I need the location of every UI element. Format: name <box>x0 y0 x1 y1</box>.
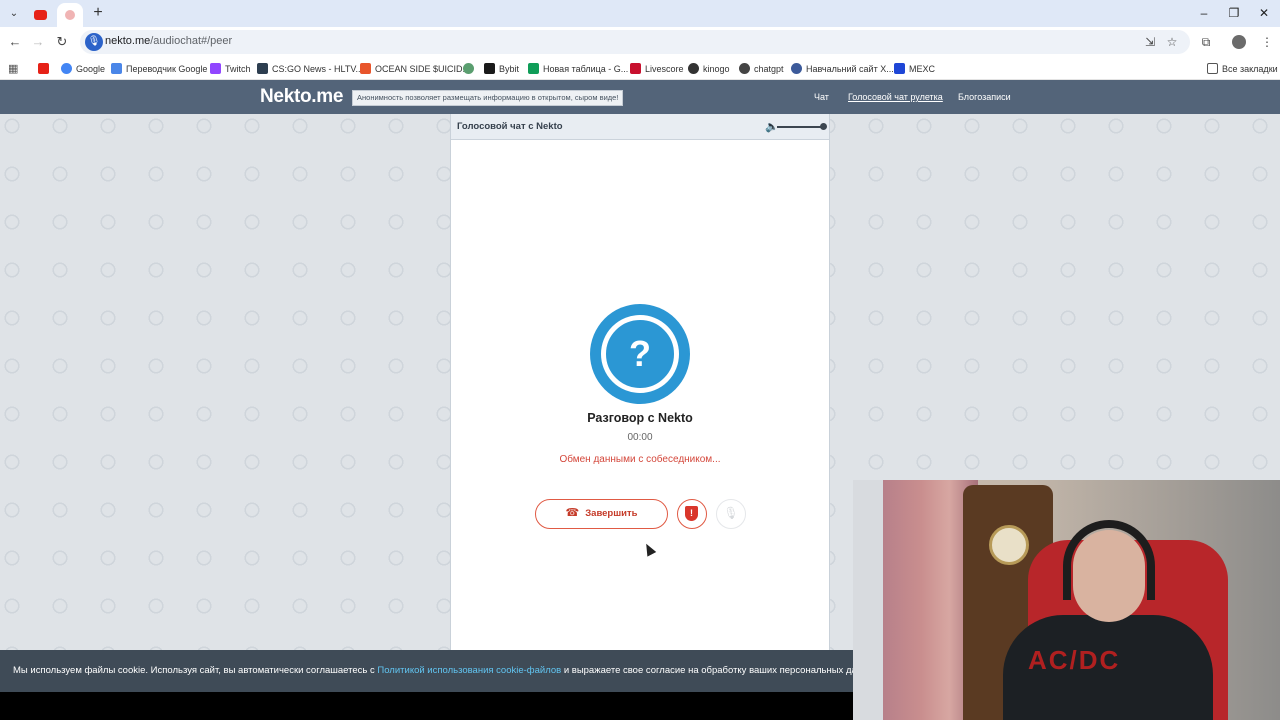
bookmark-google[interactable]: Google <box>61 61 105 77</box>
bookmark-youtube[interactable] <box>38 61 53 77</box>
volume-slider-handle[interactable] <box>820 123 827 130</box>
webcam-person: AC/DC <box>1003 520 1213 720</box>
site-logo[interactable]: Nekto.me <box>260 86 343 108</box>
translate-icon <box>111 63 122 74</box>
tab-search-icon[interactable]: ⌄ <box>6 6 22 22</box>
site-header: Nekto.me Анонимность позволяет размещать… <box>0 80 1280 114</box>
bookmark-mexc[interactable]: MEXC <box>894 61 935 77</box>
sheets-icon <box>528 63 539 74</box>
bookmark-bybit[interactable]: Bybit <box>484 61 519 77</box>
voice-chat-panel: Голосовой чат с Nekto 🔈 ? Разговор с Nek… <box>450 114 830 650</box>
bookmark-ocean-side[interactable]: OCEAN SIDE $UICID... <box>360 61 470 77</box>
bookmark-translate[interactable]: Переводчик Google <box>111 61 207 77</box>
bookmark-livescore[interactable]: Livescore <box>630 61 684 77</box>
youtube-icon <box>34 10 47 20</box>
restore-icon[interactable]: ❐ <box>1224 4 1244 22</box>
bookmark-chatgpt[interactable]: chatgpt <box>739 61 784 77</box>
hltv-icon <box>257 63 268 74</box>
bookmark-twitch[interactable]: Twitch <box>210 61 251 77</box>
back-button[interactable]: ← <box>6 33 24 51</box>
twitch-icon <box>210 63 221 74</box>
all-bookmarks[interactable]: Все закладки <box>1207 61 1278 77</box>
webcam-overlay: AC/DC <box>853 480 1280 720</box>
bookmark-hltv[interactable]: CS:GO News - HLTV... <box>257 61 363 77</box>
address-bar[interactable]: 🎙 nekto.me/audiochat#/peer <box>80 30 1190 54</box>
new-tab-button[interactable]: + <box>90 4 106 22</box>
tab-youtube[interactable] <box>28 3 52 27</box>
bookmark-star-icon[interactable]: ☆ <box>1163 33 1181 51</box>
youtube-icon <box>38 63 49 74</box>
phone-hangup-icon: ☎ <box>565 507 580 519</box>
close-icon[interactable]: ✕ <box>1254 4 1274 22</box>
screen: ⌄ + – ❐ ✕ ← → ↻ 🎙 nekto.me/audiochat#/pe… <box>0 0 1280 720</box>
connection-status: Обмен данными с собеседником... <box>559 454 721 465</box>
nekto-favicon-icon <box>65 10 75 20</box>
tab-strip: ⌄ + – ❐ ✕ <box>0 0 1280 27</box>
extensions-icon[interactable]: ⧉ <box>1197 33 1215 51</box>
bybit-icon <box>484 63 495 74</box>
clock-face-icon <box>989 525 1029 565</box>
panel-title: Голосовой чат с Nekto <box>457 121 563 132</box>
call-timer: 00:00 <box>627 432 653 443</box>
tab-nekto[interactable] <box>57 3 83 27</box>
microphone-site-icon[interactable]: 🎙 <box>85 33 103 51</box>
site-icon <box>791 63 802 74</box>
chatgpt-icon <box>739 63 750 74</box>
kinogo-icon <box>688 63 699 74</box>
browser-toolbar: ← → ↻ 🎙 nekto.me/audiochat#/peer ⇲ ☆ ⧉ ⋮ <box>0 27 1280 57</box>
bookmarks-bar: ▦ Google Переводчик Google Twitch CS:GO … <box>0 57 1280 80</box>
cookie-policy-link[interactable]: Политикой использования cookie-файлов <box>377 665 561 676</box>
headset-icon <box>1063 520 1155 600</box>
bookmark-unnamed[interactable] <box>463 61 478 77</box>
url-text: nekto.me/audiochat#/peer <box>105 35 233 47</box>
bookmark-learning-site[interactable]: Навчальний сайт Х... <box>791 61 894 77</box>
site-tagline: Анонимность позволяет размещать информац… <box>352 90 624 106</box>
reload-button[interactable]: ↻ <box>53 33 71 51</box>
site-icon <box>463 63 474 74</box>
music-icon <box>360 63 371 74</box>
peer-avatar: ? <box>590 304 690 404</box>
shield-alert-icon: ! <box>685 506 698 521</box>
cookie-text: Мы используем файлы cookie. Используя са… <box>13 665 868 676</box>
bookmark-kinogo[interactable]: kinogo <box>688 61 730 77</box>
nav-blog[interactable]: Блогозаписи <box>958 92 1011 102</box>
google-icon <box>61 63 72 74</box>
profile-avatar[interactable] <box>1232 35 1246 49</box>
folder-icon <box>1207 63 1218 74</box>
forward-button[interactable]: → <box>29 33 47 51</box>
livescore-icon <box>630 63 641 74</box>
webcam-hoodie: AC/DC <box>1003 615 1213 720</box>
shirt-logo: AC/DC <box>1028 645 1121 675</box>
end-call-button[interactable]: ☎ Завершить <box>535 499 668 529</box>
nav-voice-roulette[interactable]: Голосовой чат рулетка <box>848 92 943 102</box>
bookmark-sheets[interactable]: Новая таблица - G... <box>528 61 628 77</box>
volume-slider[interactable] <box>777 126 823 128</box>
report-button[interactable]: ! <box>677 499 707 529</box>
menu-kebab-icon[interactable]: ⋮ <box>1258 33 1276 51</box>
microphone-button[interactable]: 🎙 <box>716 499 746 529</box>
panel-header: Голосовой чат с Nekto 🔈 <box>451 114 829 140</box>
mexc-icon <box>894 63 905 74</box>
conversation-title: Разговор с Nekto <box>587 411 693 425</box>
microphone-icon: 🎙 <box>723 506 739 520</box>
minimize-icon[interactable]: – <box>1194 4 1214 22</box>
nav-chat[interactable]: Чат <box>814 92 829 102</box>
apps-grid-icon[interactable]: ▦ <box>8 61 18 77</box>
question-mark-icon: ? <box>629 333 651 374</box>
install-app-icon[interactable]: ⇲ <box>1141 33 1159 51</box>
